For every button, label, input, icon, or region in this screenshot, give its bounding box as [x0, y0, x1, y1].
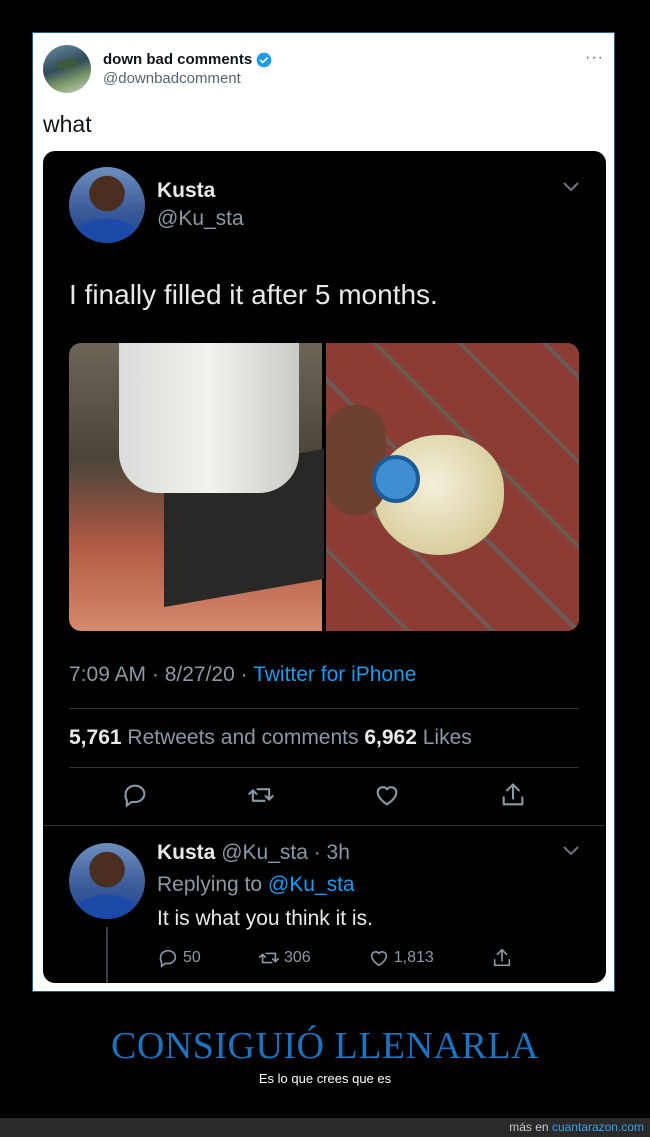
like-action[interactable]: 1,813	[368, 947, 434, 969]
cap-shape	[372, 455, 420, 503]
outer-tweet-header: down bad comments @downbadcomment	[43, 45, 272, 93]
divider	[69, 708, 579, 709]
likes-count[interactable]: 6,962	[364, 726, 417, 749]
reply-action[interactable]: 50	[157, 947, 201, 969]
replying-handle[interactable]: @Ku_sta	[268, 873, 355, 896]
display-name[interactable]: down bad comments	[103, 51, 272, 68]
divider	[43, 825, 606, 826]
footer-bar: más en cuantarazon.com	[0, 1118, 650, 1137]
retweet-action[interactable]: 306	[258, 947, 311, 969]
photo-jug[interactable]	[326, 343, 579, 631]
bottle-shape	[119, 343, 299, 493]
reply-icon[interactable]	[121, 781, 149, 809]
reply-actions: 50 306 1,813	[157, 947, 513, 969]
tweet-text: I finally filled it after 5 months.	[69, 279, 438, 310]
avatar[interactable]	[69, 167, 145, 243]
share-icon[interactable]	[499, 781, 527, 809]
verified-badge-icon	[256, 52, 272, 68]
user-handle[interactable]: @Ku_sta	[157, 207, 244, 231]
hand-shape	[326, 405, 386, 515]
likes-label[interactable]: Likes	[417, 726, 472, 749]
site-link[interactable]: cuantarazon.com	[552, 1120, 644, 1134]
tweet-text: what	[43, 111, 92, 137]
like-icon[interactable]	[368, 947, 390, 969]
handle-time[interactable]: @Ku_sta · 3h	[215, 841, 350, 864]
tweet-timestamp: 7:09 AM · 8/27/20 · Twitter for iPhone	[69, 663, 416, 687]
tweet-media[interactable]	[69, 343, 579, 631]
caption-title: CONSIGUIÓ LLENARLA	[110, 1025, 540, 1067]
more-options-icon[interactable]: ···	[585, 49, 604, 67]
share-icon[interactable]	[491, 947, 513, 969]
source-link[interactable]: Twitter for iPhone	[253, 663, 416, 686]
reply-text: It is what you think it is.	[157, 907, 373, 930]
caption-subtitle: Es lo que crees que es	[258, 1071, 392, 1086]
thread-line	[106, 927, 108, 983]
footer-prefix: más en	[509, 1120, 552, 1134]
reply-icon[interactable]	[157, 947, 179, 969]
retweet-count: 306	[283, 949, 311, 966]
outer-user-names: down bad comments @downbadcomment	[103, 51, 272, 87]
quoted-tweet-screenshot: Kusta @Ku_sta I finally filled it after …	[43, 151, 606, 983]
chevron-down-icon[interactable]	[562, 845, 580, 857]
timestamp-text[interactable]: 7:09 AM · 8/27/20 ·	[69, 663, 253, 686]
reply-tweet[interactable]: Kusta @Ku_sta · 3h Replying to @Ku_sta I…	[43, 827, 606, 983]
tweet-actions	[69, 781, 579, 809]
replying-prefix: Replying to	[157, 873, 268, 896]
share-action[interactable]	[491, 947, 513, 969]
avatar[interactable]	[69, 843, 145, 919]
reply-count: 50	[183, 949, 201, 966]
display-name-text[interactable]: down bad comments	[103, 51, 252, 68]
reply-header: Kusta @Ku_sta · 3h	[157, 841, 350, 865]
like-count: 1,813	[393, 949, 434, 966]
display-name[interactable]: Kusta	[157, 841, 215, 864]
tweet-card: down bad comments @downbadcomment ··· wh…	[32, 32, 615, 992]
retweets-label[interactable]: Retweets and comments	[122, 726, 365, 749]
avatar[interactable]	[43, 45, 91, 93]
retweets-count[interactable]: 5,761	[69, 726, 122, 749]
photo-bottle[interactable]	[69, 343, 324, 631]
like-icon[interactable]	[373, 781, 401, 809]
replying-to: Replying to @Ku_sta	[157, 873, 355, 897]
display-name[interactable]: Kusta	[157, 179, 215, 203]
divider	[69, 767, 579, 768]
user-handle[interactable]: @downbadcomment	[103, 70, 272, 87]
footer-text: más en cuantarazon.com	[509, 1120, 644, 1134]
chevron-down-icon[interactable]	[562, 181, 580, 193]
tweet-stats: 5,761 Retweets and comments 6,962 Likes	[69, 726, 472, 750]
retweet-icon[interactable]	[258, 947, 280, 969]
retweet-icon[interactable]	[247, 781, 275, 809]
